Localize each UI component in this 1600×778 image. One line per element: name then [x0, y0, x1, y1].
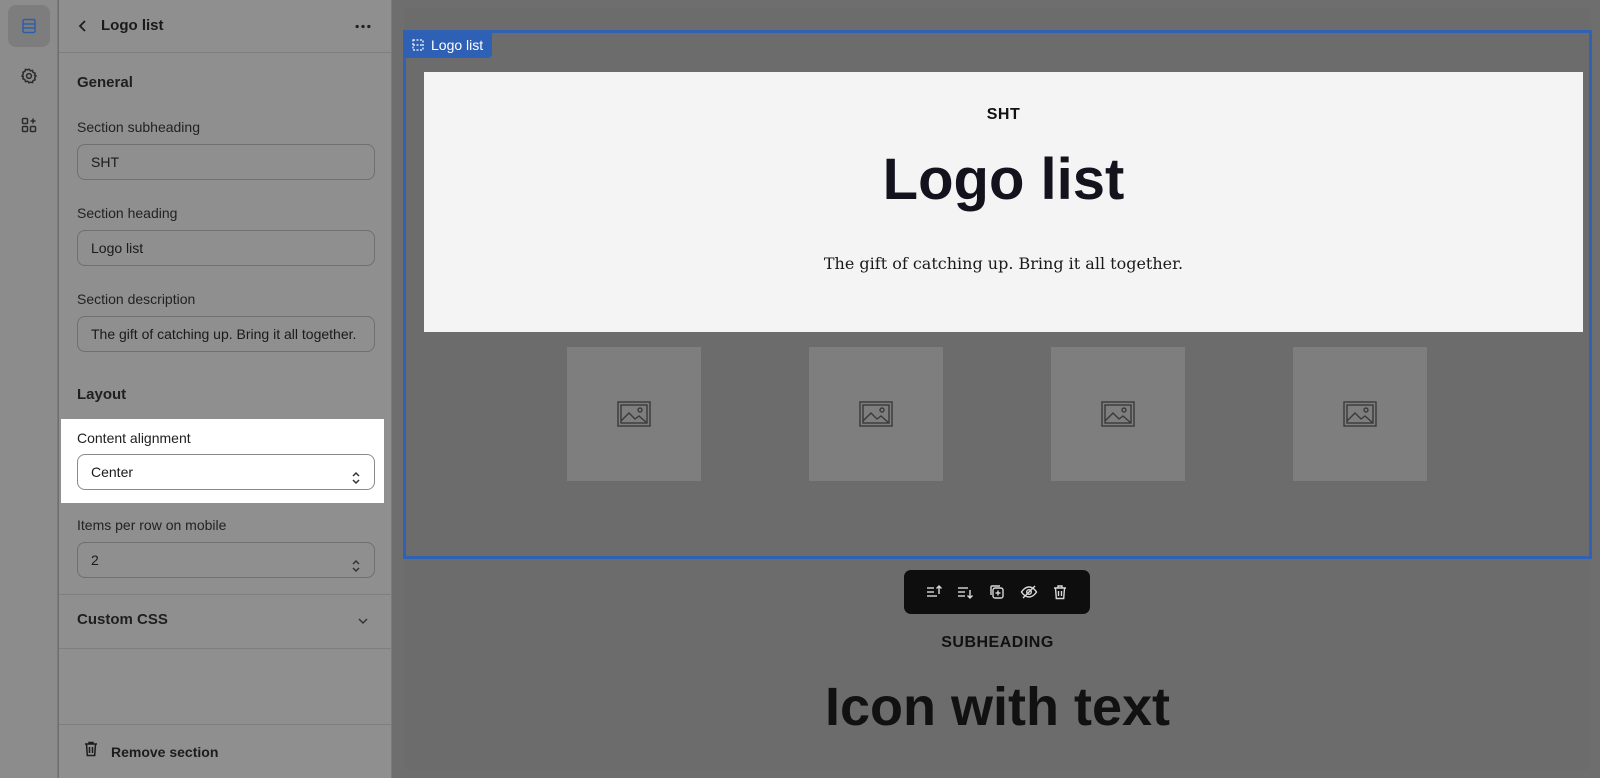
heading-input[interactable]: Logo list	[77, 230, 375, 266]
remove-section-label: Remove section	[111, 743, 219, 760]
description-input[interactable]: The gift of catching up. Bring it all to…	[77, 316, 375, 352]
icon-rail	[0, 0, 58, 778]
heading-label: Section heading	[77, 205, 178, 221]
general-group-title: General	[77, 74, 133, 91]
sections-icon[interactable]	[8, 5, 50, 47]
chevron-up-down-icon	[350, 552, 362, 573]
settings-panel: Logo list General Section subheading SHT…	[59, 0, 392, 778]
subheading-label: Section subheading	[77, 119, 200, 135]
panel-header: Logo list	[59, 0, 392, 53]
selected-section-outline	[403, 30, 1592, 559]
chevron-up-down-icon	[350, 464, 362, 485]
duplicate-icon[interactable]	[987, 582, 1007, 602]
items-per-row-label: Items per row on mobile	[77, 517, 227, 533]
next-section-heading: Icon with text	[824, 677, 1170, 737]
selected-section-tag[interactable]: Logo list	[404, 32, 493, 58]
divider	[59, 648, 392, 649]
hide-icon[interactable]	[1019, 582, 1039, 602]
delete-icon[interactable]	[1050, 582, 1070, 602]
section-toolbar	[904, 570, 1090, 614]
subheading-input[interactable]: SHT	[77, 144, 375, 180]
settings-gear-icon[interactable]	[8, 55, 50, 97]
content-alignment-select[interactable]: Center	[77, 454, 375, 490]
panel-title: Logo list	[101, 17, 164, 34]
next-section-subheading: SUBHEADING	[941, 634, 1054, 651]
apps-icon[interactable]	[8, 104, 50, 146]
divider	[59, 594, 392, 595]
items-per-row-select[interactable]: 2	[77, 542, 375, 578]
more-options-icon[interactable]	[351, 14, 375, 38]
chevron-left-icon[interactable]	[75, 18, 91, 34]
section-grid-icon	[412, 39, 424, 51]
remove-section-button[interactable]: Remove section	[83, 740, 218, 763]
trash-icon	[83, 740, 99, 763]
description-label: Section description	[77, 291, 196, 307]
content-alignment-value: Center	[91, 464, 134, 480]
items-per-row-value: 2	[91, 552, 99, 568]
move-down-icon[interactable]	[955, 582, 975, 602]
content-alignment-label: Content alignment	[77, 430, 191, 446]
selected-section-label: Logo list	[431, 37, 484, 53]
content-alignment-highlight: Content alignment Center	[61, 419, 384, 503]
move-up-icon[interactable]	[924, 582, 944, 602]
custom-css-title[interactable]: Custom CSS	[77, 611, 168, 628]
chevron-down-icon[interactable]	[357, 614, 369, 626]
divider	[59, 724, 392, 725]
layout-group-title: Layout	[77, 386, 127, 403]
